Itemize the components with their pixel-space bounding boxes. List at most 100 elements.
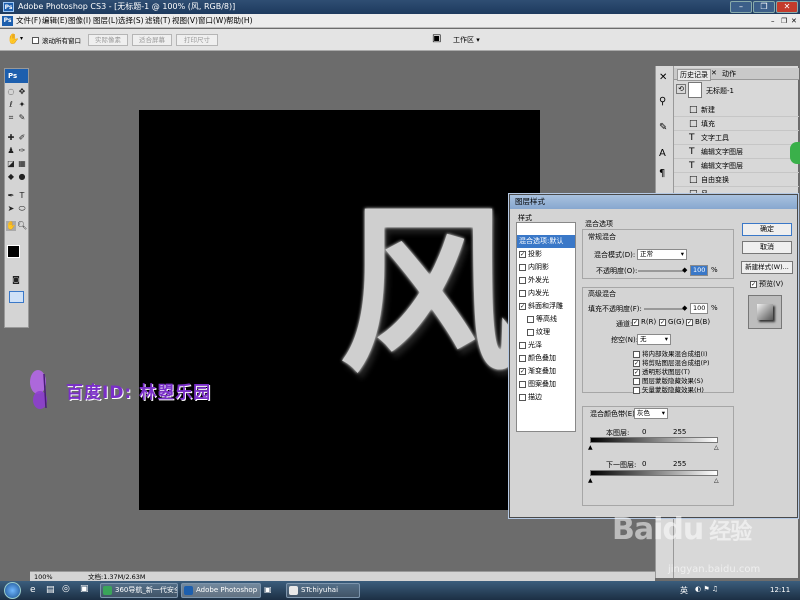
hand-tool-selected-icon[interactable]: ✋ <box>6 221 16 231</box>
start-button[interactable] <box>4 582 21 599</box>
blur-tool-icon[interactable]: ◆ <box>6 172 16 182</box>
menu-file[interactable]: 文件(F) <box>16 14 41 28</box>
history-item[interactable]: □ 自由变换 <box>674 174 799 187</box>
history-dock-icon[interactable]: ⚲ <box>659 96 666 107</box>
history-item[interactable]: □ 填充 <box>674 118 799 131</box>
doc-minimize[interactable]: – <box>771 14 775 28</box>
under-layer-black-handle[interactable]: ▲ <box>588 477 593 484</box>
workspace-menu[interactable]: 工作区 ▾ <box>453 35 480 45</box>
this-layer-white-handle[interactable]: △ <box>714 444 719 451</box>
style-item-stroke[interactable]: 描边 <box>517 391 575 404</box>
close-button[interactable]: ✕ <box>776 1 798 13</box>
minimize-button[interactable]: – <box>730 1 752 13</box>
style-item-texture[interactable]: 纹理 <box>517 326 575 339</box>
knockout-select[interactable]: 无 ▾ <box>637 334 671 345</box>
style-item-satin[interactable]: 光泽 <box>517 339 575 352</box>
taskbar-item-stchiyuhai[interactable]: STchiyuhai <box>286 583 360 598</box>
style-checkbox[interactable] <box>519 263 526 271</box>
quick-mask-icon[interactable]: ◙ <box>11 275 21 285</box>
healing-tool-icon[interactable]: ✚ <box>6 133 16 143</box>
document-canvas[interactable]: 风 <box>139 110 540 510</box>
style-checkbox[interactable]: ✓ <box>519 302 526 310</box>
cancel-button[interactable]: 取消 <box>742 241 792 254</box>
path-selection-icon[interactable]: ➤ <box>6 204 16 214</box>
style-checkbox[interactable] <box>527 328 534 336</box>
opacity-input[interactable]: 100 <box>690 265 708 276</box>
menu-view[interactable]: 视图(V) <box>172 14 198 28</box>
doc-restore[interactable]: ❐ <box>781 14 787 28</box>
menu-image[interactable]: 图像(I) <box>68 14 91 28</box>
quicklaunch-folder-icon[interactable]: ▤ <box>46 585 55 595</box>
history-brush-source-icon[interactable]: ⟲ <box>676 84 686 94</box>
tab-actions[interactable]: 动作 <box>722 69 736 79</box>
style-item-blend-options[interactable]: 混合选项:默认 <box>517 235 575 248</box>
workspace-icon[interactable]: ▣ <box>432 33 444 45</box>
this-layer-black-handle[interactable]: ▲ <box>588 444 593 451</box>
opacity-slider[interactable] <box>638 270 686 272</box>
style-item-drop-shadow[interactable]: ✓ 投影 <box>517 248 575 261</box>
stamp-tool-icon[interactable]: ♟ <box>6 146 16 156</box>
style-checkbox[interactable] <box>519 341 526 349</box>
style-item-gradient-overlay[interactable]: ✓ 渐变叠加 <box>517 365 575 378</box>
quicklaunch-app-icon[interactable]: ◎ <box>62 584 70 594</box>
taskbar-item-photoshop[interactable]: Adobe Photoshop ... <box>181 583 261 598</box>
marquee-tool-icon[interactable]: ◌ <box>6 87 16 97</box>
side-float-badge[interactable] <box>790 142 800 164</box>
tray-icons[interactable]: ◐ ⚑ ♫ <box>695 585 718 593</box>
doc-close[interactable]: ✕ <box>791 14 797 28</box>
type-tool-icon[interactable]: T <box>17 191 27 201</box>
blend-if-select[interactable]: 灰色 ▾ <box>634 408 668 419</box>
pen-tool-icon[interactable]: ✒ <box>6 191 16 201</box>
style-checkbox[interactable] <box>527 315 534 323</box>
fill-opacity-input[interactable]: 100 <box>690 303 708 314</box>
tool-preset-chevron-icon[interactable]: ▾ <box>20 35 23 42</box>
style-item-inner-shadow[interactable]: 内阴影 <box>517 261 575 274</box>
blend-mode-select[interactable]: 正常 ▾ <box>637 249 687 260</box>
menu-window[interactable]: 窗口(W) <box>198 14 226 28</box>
foreground-color-swatch[interactable] <box>7 245 20 258</box>
fit-screen-button[interactable]: 适合屏幕 <box>132 34 172 46</box>
fill-opacity-slider-handle[interactable]: ◆ <box>682 304 687 312</box>
history-item[interactable]: □ 新建 <box>674 104 799 117</box>
menu-help[interactable]: 帮助(H) <box>226 14 253 28</box>
opt-vector-mask-hides[interactable]: 矢量蒙版隐藏效果(H) <box>633 384 704 394</box>
taskbar-ps-small-icon[interactable]: ▣ <box>264 585 272 594</box>
history-brush-icon[interactable]: ✑ <box>17 146 27 156</box>
new-style-button[interactable]: 新建样式(W)... <box>741 261 793 274</box>
fill-opacity-slider[interactable] <box>644 308 686 310</box>
print-size-button[interactable]: 打印尺寸 <box>176 34 218 46</box>
hand-tool-icon[interactable]: ✋ <box>7 34 19 46</box>
paragraph-dock-icon[interactable]: ¶ <box>659 168 665 179</box>
style-checkbox[interactable] <box>519 276 526 284</box>
move-tool-icon[interactable]: ✥ <box>17 87 27 97</box>
brush-tool-icon[interactable]: ✐ <box>17 133 27 143</box>
preview-checkbox[interactable]: ✓ 预览(V) <box>750 279 783 289</box>
dodge-tool-icon[interactable]: ● <box>17 172 27 182</box>
history-item[interactable]: T 编辑文字图层 <box>674 146 799 159</box>
style-checkbox[interactable] <box>519 380 526 388</box>
style-item-pattern-overlay[interactable]: 图案叠加 <box>517 378 575 391</box>
menu-filter[interactable]: 滤镜(T) <box>145 14 170 28</box>
quicklaunch-ie-icon[interactable]: e <box>30 585 36 595</box>
scroll-all-checkbox[interactable] <box>32 36 41 44</box>
style-item-inner-glow[interactable]: 内发光 <box>517 287 575 300</box>
quicklaunch-ps-icon[interactable]: ▣ <box>80 584 89 594</box>
style-checkbox[interactable] <box>519 354 526 362</box>
style-checkbox[interactable]: ✓ <box>519 250 526 258</box>
this-layer-gradient-bar[interactable] <box>590 437 718 443</box>
snapshot-label[interactable]: 无标题-1 <box>706 86 734 96</box>
actual-pixels-button[interactable]: 实际像素 <box>88 34 128 46</box>
tab-history[interactable]: 历史记录 <box>677 69 711 81</box>
history-item[interactable]: T 编辑文字图层 <box>674 160 799 173</box>
channel-r-checkbox[interactable]: ✓ R(R) <box>632 318 656 326</box>
style-checkbox[interactable]: ✓ <box>519 367 526 375</box>
gradient-tool-icon[interactable]: ▦ <box>17 159 27 169</box>
crop-tool-icon[interactable]: ⌗ <box>6 113 16 123</box>
style-item-contour[interactable]: 等高线 <box>517 313 575 326</box>
under-layer-gradient-bar[interactable] <box>590 470 718 476</box>
style-checkbox[interactable] <box>519 289 526 297</box>
menu-edit[interactable]: 编辑(E) <box>42 14 68 28</box>
maximize-button[interactable]: ❐ <box>753 1 775 13</box>
eraser-tool-icon[interactable]: ◪ <box>6 159 16 169</box>
lasso-tool-icon[interactable]: ℓ <box>6 100 16 110</box>
